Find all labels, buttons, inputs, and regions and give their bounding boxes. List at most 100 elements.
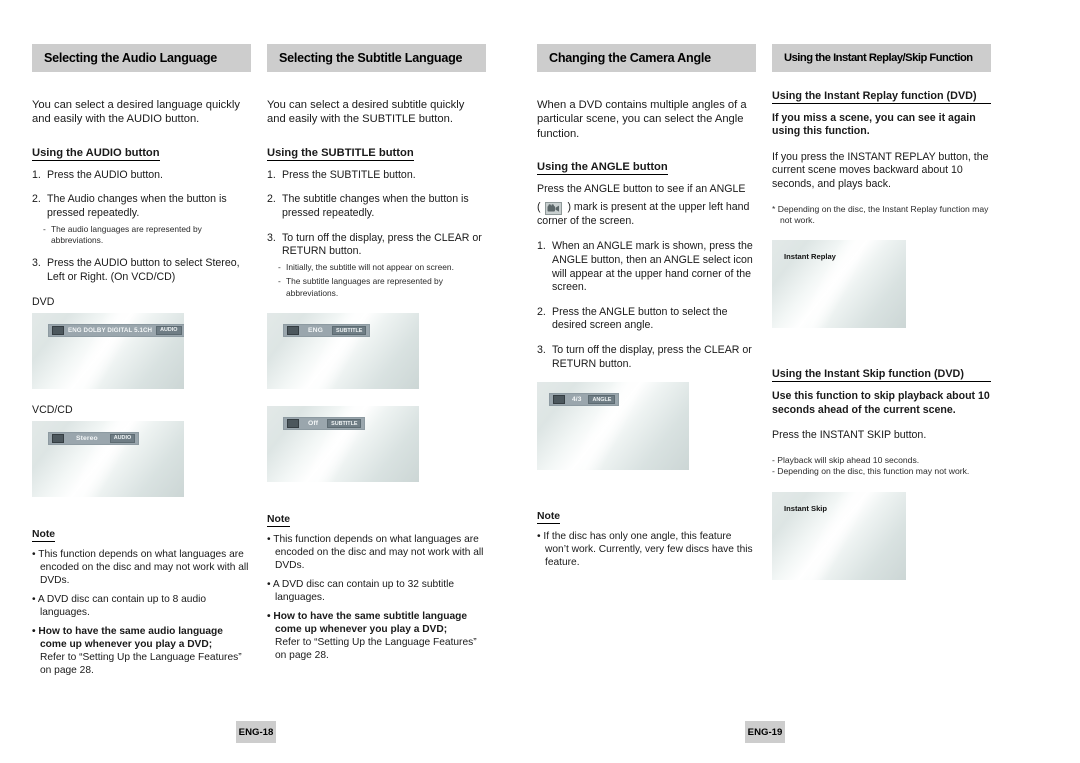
subsection-heading-replay: Using the Instant Replay function (DVD) <box>772 90 991 104</box>
step-number: 1. <box>32 168 41 181</box>
step-text: To turn off the display, press the CLEAR… <box>282 231 482 258</box>
tv-screen-mock-dvd: ENG DOLBY DIGITAL 5.1CH AUDIO <box>32 312 184 389</box>
subsection-heading: Using the SUBTITLE button <box>267 146 414 161</box>
note-block: Note • This function depends on what lan… <box>267 509 486 662</box>
note-subtext: Refer to “Setting Up the Language Featur… <box>40 651 242 676</box>
step-number: 3. <box>537 343 546 356</box>
section-header-bar: Changing the Camera Angle <box>537 44 756 72</box>
audio-speaker-icon <box>52 433 64 443</box>
osd-text: 4/3 <box>572 396 582 404</box>
note-text: A DVD disc can contain up to 8 audio lan… <box>37 593 207 618</box>
list-item: 2. The subtitle changes when the button … <box>267 193 486 220</box>
note-text: Depending on the disc, this function may… <box>777 466 970 477</box>
step-number: 3. <box>32 257 41 270</box>
angle-mark-text: ) mark is present at the upper left hand… <box>537 200 750 227</box>
step-text: The subtitle changes when the button is … <box>282 193 469 219</box>
osd-text: Stereo <box>76 434 98 442</box>
replay-bold-lead: If you miss a scene, you can see it agai… <box>772 112 976 138</box>
screen-format-label-dvd: DVD <box>32 295 55 308</box>
section-title: Using the Instant Replay/Skip Function <box>784 52 973 64</box>
subtitle-icon <box>287 326 299 335</box>
note-text: This function depends on what languages … <box>38 548 249 586</box>
list-item: 1. Press the SUBTITLE button. <box>267 169 486 183</box>
section-header-bar: Using the Instant Replay/Skip Function <box>772 44 991 72</box>
section-instant-replay-skip: Using the Instant Replay/Skip Function U… <box>772 44 991 580</box>
osd-badge: AUDIO <box>156 325 182 335</box>
step-number: 2. <box>267 193 276 206</box>
list-item: 2. Press the ANGLE button to select the … <box>537 306 756 333</box>
list-item: • A DVD disc can contain up to 32 subtit… <box>267 579 455 603</box>
step-text: Press the AUDIO button. <box>47 168 163 181</box>
note-subtext: Refer to “Setting Up the Language Featur… <box>275 637 477 661</box>
list-item: • This function depends on what language… <box>267 534 484 571</box>
section-header-bar: Selecting the Subtitle Language <box>267 44 486 72</box>
intro-paragraph: You can select a desired language quickl… <box>32 99 240 126</box>
note-text: How to have the same audio language come… <box>38 625 223 650</box>
list-item: 2. The Audio changes when the button is … <box>32 193 251 246</box>
osd-badge: AUDIO <box>109 433 136 443</box>
steps-list: 1. When an ANGLE mark is shown, press th… <box>537 240 756 371</box>
note-list: • This function depends on what language… <box>267 533 486 662</box>
list-item: - Depending on the disc, this function m… <box>772 466 970 477</box>
osd-text: ENG <box>308 327 324 334</box>
step-text: Press the ANGLE button to select the des… <box>552 305 728 332</box>
steps-list: 1. Press the AUDIO button. 2. The Audio … <box>32 169 251 285</box>
replay-paragraph: If you press the INSTANT REPLAY button, … <box>772 150 989 190</box>
screen-format-label-vcdcd: VCD/CD <box>32 403 73 416</box>
list-item: • A DVD disc can contain up to 8 audio l… <box>32 593 207 618</box>
intro-paragraph: When a DVD contains multiple angles of a… <box>537 99 747 140</box>
list-item: 3. To turn off the display, press the CL… <box>537 344 756 371</box>
skip-paragraph: Press the INSTANT SKIP button. <box>772 429 927 442</box>
list-item: • If the disc has only one angle, this f… <box>537 531 753 569</box>
audio-speaker-icon <box>52 325 64 335</box>
osd-bar-subtitle-off: Off SUBTITLE <box>283 417 366 430</box>
angle-camera-icon <box>553 395 565 405</box>
step-number: 3. <box>267 231 276 244</box>
list-item: - Playback will skip ahead 10 seconds. <box>772 454 920 465</box>
step-number: 1. <box>267 168 276 181</box>
section-camera-angle: Changing the Camera Angle When a DVD con… <box>537 44 756 575</box>
note-text: How to have the same subtitle language c… <box>273 611 468 635</box>
section-title: Selecting the Audio Language <box>44 51 218 65</box>
osd-text: Off <box>308 420 319 427</box>
subsection-heading: Using the AUDIO button <box>32 146 160 161</box>
note-block: Note • This function depends on what lan… <box>32 524 251 677</box>
note-list: • If the disc has only one angle, this f… <box>537 530 756 569</box>
note-text: Playback will skip ahead 10 seconds. <box>777 454 920 465</box>
section-audio-language: Selecting the Audio Language You can sel… <box>32 44 251 683</box>
osd-badge: SUBTITLE <box>332 326 367 335</box>
section-header-bar: Selecting the Audio Language <box>32 44 251 72</box>
note-heading: Note <box>32 528 56 542</box>
list-item: 1. Press the AUDIO button. <box>32 169 251 183</box>
subsection-heading: Using the ANGLE button <box>537 161 668 176</box>
list-item: • How to have the same subtitle language… <box>267 610 486 662</box>
osd-badge: SUBTITLE <box>327 419 362 428</box>
skip-dash-notes: - Playback will skip ahead 10 seconds. -… <box>772 455 991 478</box>
section-title: Changing the Camera Angle <box>549 51 711 65</box>
subsection-heading-skip: Using the Instant Skip function (DVD) <box>772 368 991 383</box>
subtitle-icon <box>287 419 299 428</box>
note-heading: Note <box>537 511 561 525</box>
section-subtitle-language: Selecting the Subtitle Language You can … <box>267 44 486 668</box>
note-heading: Note <box>267 514 291 527</box>
page-footer-left: ENG-18 <box>236 721 276 743</box>
angle-camera-icon <box>545 201 563 215</box>
tv-screen-mock-instant-skip: Instant Skip <box>772 492 906 580</box>
step-subnote-2: The subtitle languages are represented b… <box>278 276 486 299</box>
screen-caption-instant-replay: Instant Replay <box>784 252 836 262</box>
tv-screen-mock-vcdcd: Stereo AUDIO <box>32 420 184 497</box>
note-text: A DVD disc can contain up to 32 subtitle… <box>272 579 455 603</box>
page-number: ENG-19 <box>747 726 783 738</box>
replay-star-note: * Depending on the disc, the Instant Rep… <box>772 203 989 225</box>
list-item: • This function depends on what language… <box>32 548 249 586</box>
note-text: This function depends on what languages … <box>273 534 484 571</box>
page-footer-right: ENG-19 <box>745 721 785 743</box>
step-text: When an ANGLE mark is shown, press the A… <box>552 240 753 294</box>
page-number: ENG-18 <box>238 726 274 738</box>
step-text: To turn off the display, press the CLEAR… <box>552 343 752 370</box>
step-number: 2. <box>537 305 546 318</box>
tv-screen-mock-angle: 4/3 ANGLE <box>537 382 689 471</box>
osd-badge: ANGLE <box>588 395 616 405</box>
step-subnote: Initially, the subtitle will not appear … <box>278 262 486 274</box>
osd-bar-audio-dvd: ENG DOLBY DIGITAL 5.1CH AUDIO <box>48 323 184 337</box>
